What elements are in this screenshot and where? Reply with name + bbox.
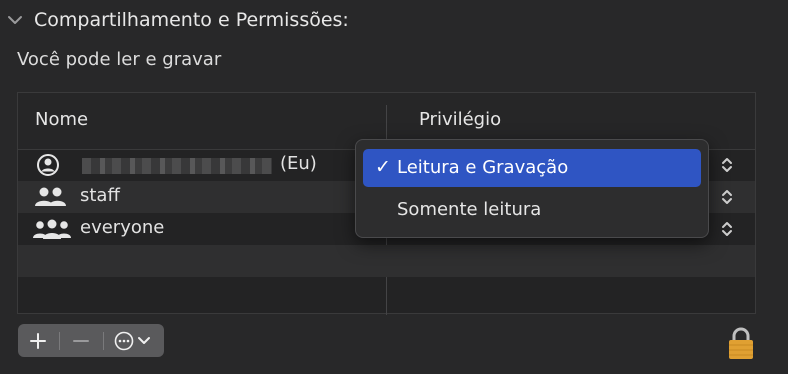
- menu-item-read-only[interactable]: Somente leitura: [363, 191, 701, 229]
- column-header-name[interactable]: Nome: [35, 109, 88, 130]
- privilege-stepper-icon[interactable]: [720, 220, 734, 238]
- empty-row: [18, 277, 755, 309]
- privilege-stepper-icon[interactable]: [720, 156, 734, 174]
- privilege-menu: ✓ Leitura e Gravação Somente leitura: [355, 139, 709, 238]
- everyone-icon: [33, 219, 71, 239]
- chevron-down-icon[interactable]: [6, 11, 24, 29]
- group-icon: [35, 187, 66, 206]
- section-title: Compartilhamento e Permissões:: [34, 9, 349, 31]
- permissions-toolbar: [18, 324, 164, 357]
- lock-icon[interactable]: [727, 326, 755, 360]
- plus-icon: [30, 332, 46, 349]
- column-header-privilege[interactable]: Privilégio: [419, 109, 501, 130]
- actions-menu-button[interactable]: [104, 324, 164, 357]
- remove-button[interactable]: [60, 324, 102, 357]
- permission-summary: Você pode ler e gravar: [17, 49, 222, 70]
- empty-row: [18, 245, 755, 277]
- redacted-username: [82, 158, 272, 174]
- minus-icon: [73, 339, 89, 342]
- add-button[interactable]: [18, 324, 58, 357]
- menu-item-label: Leitura e Gravação: [397, 157, 569, 178]
- privilege-stepper-icon[interactable]: [720, 188, 734, 206]
- menu-item-read-write[interactable]: ✓ Leitura e Gravação: [363, 149, 701, 187]
- menu-item-label: Somente leitura: [397, 199, 542, 220]
- row-name: staff: [80, 185, 120, 206]
- ellipsis-circle-icon: [114, 331, 150, 350]
- checkmark-icon: ✓: [375, 156, 391, 178]
- row-name: everyone: [80, 217, 165, 238]
- current-user-suffix: (Eu): [280, 153, 317, 174]
- section-header[interactable]: Compartilhamento e Permissões:: [6, 4, 349, 36]
- user-icon: [37, 154, 59, 176]
